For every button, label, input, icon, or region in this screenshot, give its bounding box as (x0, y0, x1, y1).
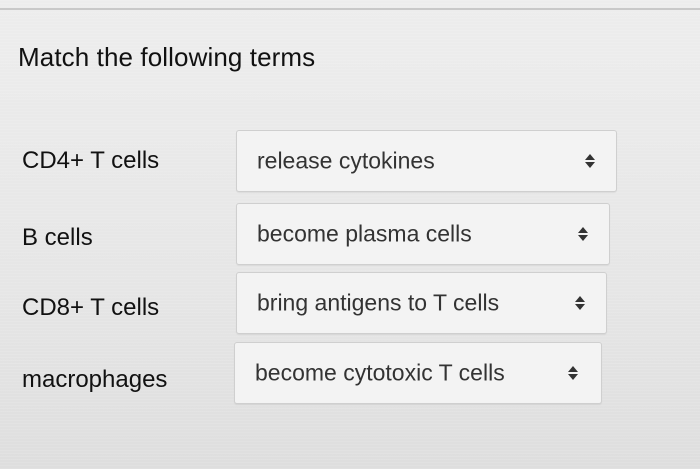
term-label: CD4+ T cells (22, 147, 160, 174)
select-value: bring antigens to T cells (257, 289, 500, 316)
term-label: CD8+ T cells (22, 294, 160, 321)
select-value: become plasma cells (257, 220, 472, 247)
match-select-2[interactable]: become plasma cells (236, 203, 610, 265)
updown-arrows-icon (585, 154, 595, 168)
updown-arrows-icon (578, 227, 588, 241)
select-value: become cytotoxic T cells (255, 359, 505, 386)
top-divider (0, 8, 700, 10)
match-select-3[interactable]: bring antigens to T cells (236, 272, 607, 334)
question-title: Match the following terms (18, 42, 316, 72)
term-label: macrophages (22, 366, 168, 393)
match-select-4[interactable]: become cytotoxic T cells (234, 342, 602, 404)
term-label: B cells (22, 224, 93, 251)
select-value: release cytokines (257, 147, 435, 174)
match-select-1[interactable]: release cytokines (236, 130, 617, 192)
updown-arrows-icon (575, 296, 585, 310)
updown-arrows-icon (568, 366, 578, 380)
